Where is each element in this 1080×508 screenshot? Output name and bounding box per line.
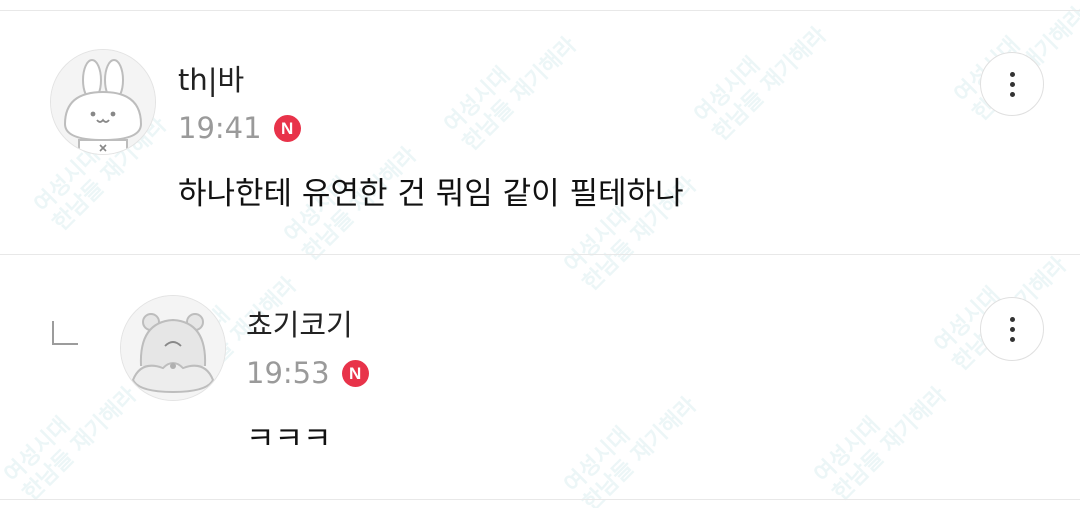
more-options-button[interactable] <box>980 52 1044 116</box>
comment-list-page: 여성시대 한남들 재기해라 여성시대 한남들 재기해라 여성시대 한남들 재기해라 여… <box>0 0 1080 508</box>
reply-arrow-icon <box>52 321 78 345</box>
comment-author[interactable]: th|바 <box>178 62 244 98</box>
bunny-avatar-icon[interactable] <box>50 49 156 155</box>
comment-meta: 19:41 N <box>178 110 301 146</box>
comment-time: 19:53 <box>246 356 330 390</box>
comment-item: th|바 19:41 N 하나한테 유연한 건 뭐임 같이 필테하나 <box>0 0 1080 254</box>
bear-avatar-icon[interactable] <box>120 295 226 401</box>
dot-icon <box>1009 71 1015 77</box>
new-badge: N <box>341 359 369 387</box>
dot-icon <box>1009 91 1015 97</box>
dot-icon <box>1009 336 1015 342</box>
dot-icon <box>1009 326 1015 332</box>
comment-content: 하나한테 유연한 건 뭐임 같이 필테하나 <box>178 176 684 212</box>
comment-author[interactable]: 쵸기코기 <box>246 307 353 343</box>
more-options-button[interactable] <box>980 297 1044 361</box>
dot-icon <box>1009 81 1015 87</box>
divider <box>0 499 1080 500</box>
dot-icon <box>1009 316 1015 322</box>
comment-time: 19:41 <box>178 111 262 145</box>
comment-meta: 19:53 N <box>246 355 369 391</box>
reply-comment-item: 쵸기코기 19:53 N ㅋㅋㅋ <box>0 255 1080 499</box>
comment-content: ㅋㅋㅋ <box>246 421 332 457</box>
new-badge: N <box>273 114 301 142</box>
